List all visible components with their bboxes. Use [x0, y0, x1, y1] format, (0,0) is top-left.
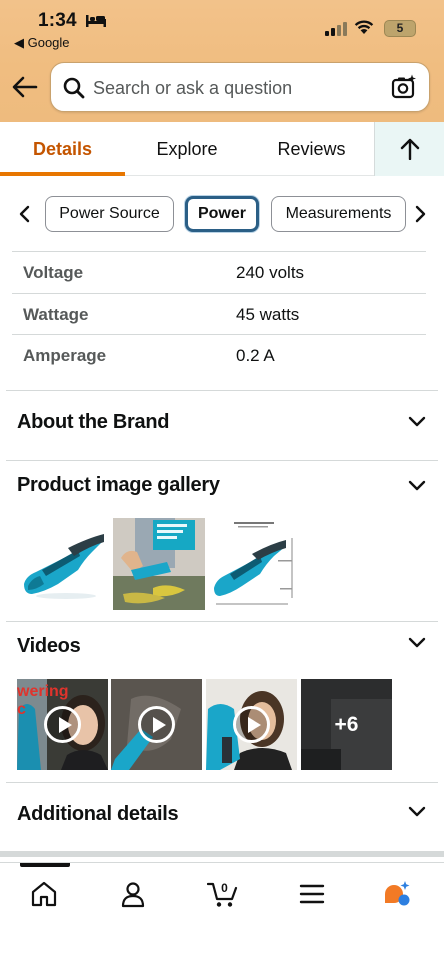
chip-power[interactable]: Power: [185, 196, 259, 232]
chevron-down-icon: [408, 480, 426, 491]
cart-count: 0: [221, 881, 228, 895]
chevron-right-icon[interactable]: [413, 205, 427, 223]
status-bar: 1:34 ◀ Google 5: [0, 0, 444, 56]
tab-details[interactable]: Details: [0, 122, 125, 176]
more-videos-count: +6: [334, 713, 359, 736]
divider: [6, 782, 438, 783]
video-caption: wering: [17, 683, 69, 700]
image-gallery-header[interactable]: Product image gallery: [0, 462, 444, 518]
back-arrow-icon[interactable]: [12, 76, 38, 98]
scroll-to-top-button[interactable]: [374, 122, 444, 176]
chip-power-source[interactable]: Power Source: [45, 196, 174, 232]
videos-header[interactable]: Videos: [0, 622, 444, 678]
play-button[interactable]: [233, 706, 270, 743]
camera-search-icon[interactable]: [391, 74, 417, 100]
table-row: Voltage 240 volts: [12, 251, 426, 293]
about-brand-header[interactable]: About the Brand: [0, 392, 444, 448]
table-row: Amperage 0.2 A: [12, 334, 426, 376]
section-title: Product image gallery: [17, 474, 220, 496]
gallery-image-dimensions[interactable]: [208, 518, 300, 610]
play-icon: [153, 717, 166, 733]
chip-measurements[interactable]: Measurements: [271, 196, 406, 232]
section-title: About the Brand: [17, 411, 170, 433]
video-thumbnail[interactable]: [206, 679, 297, 770]
spec-label: Wattage: [23, 304, 89, 324]
section-title: Videos: [17, 635, 81, 657]
active-tab-indicator: [0, 172, 125, 176]
video-caption: c: [17, 701, 26, 718]
chevron-down-icon: [408, 416, 426, 427]
search-bar[interactable]: [50, 62, 430, 112]
table-row: Wattage 45 watts: [12, 292, 426, 335]
play-button[interactable]: [138, 706, 175, 743]
search-input[interactable]: [93, 73, 373, 103]
menu-icon[interactable]: [298, 880, 326, 908]
spec-value: 0.2 A: [236, 346, 275, 365]
content-end-band: [0, 851, 444, 857]
spec-category-chips: Power Source Power Measurements: [0, 190, 444, 240]
rufus-assistant-icon[interactable]: [383, 880, 411, 908]
cart-icon[interactable]: 0: [207, 880, 239, 908]
gallery-image-lifestyle[interactable]: [113, 518, 205, 610]
play-icon: [59, 717, 72, 733]
chevron-left-icon[interactable]: [18, 205, 32, 223]
play-button[interactable]: [44, 706, 81, 743]
profile-icon[interactable]: [119, 880, 147, 908]
wifi-icon: [354, 20, 374, 34]
chevron-down-icon: [408, 637, 426, 648]
video-thumbnail[interactable]: wering c: [17, 679, 108, 770]
search-icon: [63, 77, 85, 99]
more-videos-thumbnail[interactable]: +6: [301, 679, 392, 770]
arrow-up-icon: [400, 138, 420, 160]
video-thumbnail[interactable]: [111, 679, 202, 770]
spec-label: Voltage: [23, 263, 84, 282]
tab-reviews[interactable]: Reviews: [249, 122, 374, 176]
spec-value: 45 watts: [236, 304, 300, 324]
dimensions-image: [208, 518, 300, 610]
cellular-signal-icon: [325, 22, 347, 36]
app-header: 1:34 ◀ Google 5: [0, 0, 444, 122]
divider: [6, 390, 438, 391]
active-nav-indicator: [20, 863, 70, 867]
status-time: 1:34: [38, 10, 77, 31]
bottom-navigation: 0: [0, 862, 444, 960]
chevron-down-icon: [408, 806, 426, 817]
section-title: Additional details: [17, 803, 179, 825]
divider: [6, 460, 438, 461]
vacuum-image: [18, 518, 110, 610]
battery-indicator: 5: [384, 20, 416, 37]
lifestyle-image: [113, 518, 205, 610]
sleep-focus-icon: [86, 15, 106, 27]
spec-table: Voltage 240 volts Wattage 45 watts Amper…: [12, 251, 426, 376]
tab-explore[interactable]: Explore: [125, 122, 249, 176]
gallery-image-vacuum[interactable]: [18, 518, 110, 610]
back-to-app-link[interactable]: ◀ Google: [14, 35, 70, 51]
home-icon[interactable]: [30, 880, 58, 908]
play-icon: [248, 717, 261, 733]
additional-details-header[interactable]: Additional details: [0, 784, 444, 840]
spec-label: Amperage: [23, 346, 107, 365]
spec-value: 240 volts: [236, 263, 305, 282]
